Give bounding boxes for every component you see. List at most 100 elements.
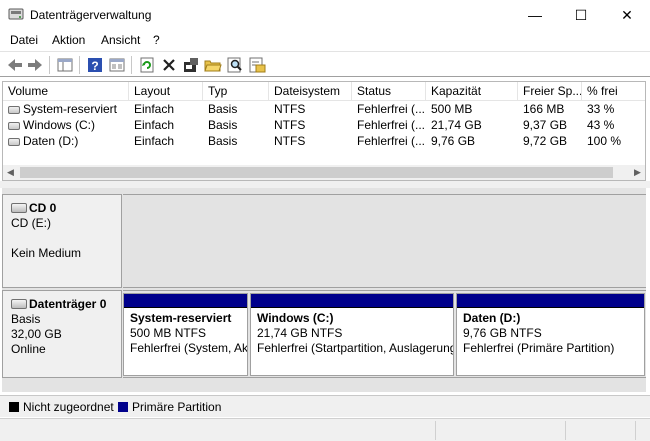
primary-partition-bar <box>457 294 644 308</box>
disk-spacer <box>11 231 121 246</box>
partition-windows[interactable]: Windows (C:) 21,74 GB NTFS Fehlerfrei (S… <box>250 293 454 376</box>
toolbar-separator <box>49 56 50 74</box>
partition-name: Windows (C:) <box>257 311 334 325</box>
column-header-volume[interactable]: Volume <box>3 82 129 101</box>
partition-daten[interactable]: Daten (D:) 9,76 GB NTFS Fehlerfrei (Prim… <box>456 293 645 376</box>
toolbar-separator <box>131 56 132 74</box>
toolbar: ? <box>0 51 650 77</box>
cell-layout: Einfach <box>134 134 175 148</box>
table-row[interactable]: Daten (D:) <box>3 133 129 149</box>
delete-icon[interactable] <box>160 56 178 74</box>
disk-area-cd0[interactable] <box>123 194 646 288</box>
volume-icon <box>8 122 20 130</box>
cell-typ: Basis <box>208 134 238 148</box>
partition-name: System-reserviert <box>130 311 232 325</box>
table-row[interactable]: System-reserviert <box>3 101 129 117</box>
scroll-right-icon[interactable]: ▶ <box>630 165 645 180</box>
search-icon[interactable] <box>226 56 244 74</box>
maximize-button[interactable]: ☐ <box>558 0 604 30</box>
column-header-dateisystem[interactable]: Dateisystem <box>269 82 352 101</box>
properties-icon[interactable] <box>108 56 126 74</box>
minimize-button[interactable]: — <box>512 0 558 30</box>
volume-icon <box>8 106 20 114</box>
primary-partition-bar <box>124 294 247 308</box>
horizontal-scrollbar[interactable]: ◀ ▶ <box>3 165 645 180</box>
menu-bar: Datei Aktion Ansicht ? <box>0 30 650 50</box>
help-icon[interactable]: ? <box>86 56 104 74</box>
cell-prozent-frei: 33 % <box>587 102 615 116</box>
column-header-kapazitaet[interactable]: Kapazität <box>426 82 518 101</box>
status-bar <box>0 418 650 441</box>
cell-freier-speicher: 166 MB <box>523 102 565 116</box>
disk-label: Datenträger 0 <box>29 297 107 311</box>
table-row[interactable]: Windows (C:) <box>3 117 129 133</box>
column-header-freier-speicher[interactable]: Freier Sp... <box>518 82 582 101</box>
cell-freier-speicher: 9,72 GB <box>523 134 568 148</box>
legend-swatch-primary <box>118 402 128 412</box>
scroll-left-icon[interactable]: ◀ <box>3 165 18 180</box>
menu-ansicht[interactable]: Ansicht <box>101 33 140 47</box>
svg-text:?: ? <box>91 59 98 73</box>
export-icon[interactable] <box>248 56 266 74</box>
cell-kapazitaet: 9,76 GB <box>431 134 476 148</box>
column-header-prozent-frei[interactable]: % frei <box>582 82 645 101</box>
partition-system-reserved[interactable]: System-reserviert 500 MB NTFS Fehlerfrei… <box>123 293 248 376</box>
partition-name: Daten (D:) <box>463 311 521 325</box>
cell-dateisystem: NTFS <box>274 118 306 132</box>
close-button[interactable]: ✕ <box>604 0 650 30</box>
disk-size: 32,00 GB <box>11 327 62 341</box>
volume-icon <box>8 138 20 146</box>
refresh-icon[interactable] <box>138 56 156 74</box>
cell-typ: Basis <box>208 118 238 132</box>
partition-size: 500 MB NTFS <box>130 326 207 340</box>
volume-name: System-reserviert <box>23 102 118 116</box>
column-header-layout[interactable]: Layout <box>129 82 203 101</box>
cell-prozent-frei: 100 % <box>587 134 622 148</box>
disk-info-cd0[interactable]: CD 0 CD (E:) Kein Medium <box>2 194 122 288</box>
cell-kapazitaet: 21,74 GB <box>431 118 482 132</box>
legend-label-primary: Primäre Partition <box>132 400 222 414</box>
primary-partition-bar <box>251 294 453 308</box>
volume-name: Daten (D:) <box>23 134 79 148</box>
cell-prozent-frei: 43 % <box>587 118 615 132</box>
status-segment <box>436 421 566 440</box>
forward-icon[interactable] <box>26 56 44 74</box>
partition-size: 21,74 GB NTFS <box>257 326 343 340</box>
open-folder-icon[interactable] <box>204 56 222 74</box>
status-segment <box>0 421 436 440</box>
menu-datei[interactable]: Datei <box>10 33 38 47</box>
cell-layout: Einfach <box>134 118 175 132</box>
scrollbar-thumb[interactable] <box>20 167 613 178</box>
hard-disk-icon <box>11 299 27 309</box>
cd-drive-icon <box>11 203 27 213</box>
menu-help[interactable]: ? <box>153 33 160 47</box>
cell-status: Fehlerfrei (... <box>357 102 426 116</box>
settings-icon[interactable] <box>182 56 200 74</box>
partition-size: 9,76 GB NTFS <box>463 326 542 340</box>
window-title: Datenträgerverwaltung <box>30 8 152 22</box>
menu-aktion[interactable]: Aktion <box>52 33 85 47</box>
show-hide-console-icon[interactable] <box>56 56 74 74</box>
volume-name: Windows (C:) <box>23 118 96 132</box>
disk-media-status: Kein Medium <box>11 246 82 260</box>
legend: Nicht zugeordnet Primäre Partition <box>0 395 650 417</box>
column-header-status[interactable]: Status <box>352 82 426 101</box>
pane-splitter[interactable] <box>0 181 650 188</box>
disk-view: CD 0 CD (E:) Kein Medium Datenträger 0 B… <box>2 188 646 392</box>
column-header-typ[interactable]: Typ <box>203 82 269 101</box>
disk-status: Online <box>11 342 46 356</box>
legend-swatch-unallocated <box>9 402 19 412</box>
status-segment <box>566 421 636 440</box>
cell-freier-speicher: 9,37 GB <box>523 118 568 132</box>
cell-status: Fehlerfrei (... <box>357 118 426 132</box>
title-bar: Datenträgerverwaltung — ☐ ✕ <box>0 0 650 30</box>
back-icon[interactable] <box>6 56 24 74</box>
disk-management-icon <box>8 8 24 20</box>
cell-kapazitaet: 500 MB <box>431 102 473 116</box>
partition-status: Fehlerfrei (Startpartition, Auslagerung <box>257 341 454 355</box>
cell-typ: Basis <box>208 102 238 116</box>
volume-list: Volume Layout Typ Dateisystem Status Kap… <box>2 81 646 181</box>
disk-info-disk0[interactable]: Datenträger 0 Basis 32,00 GB Online <box>2 290 122 378</box>
disk-drive-letter: CD (E:) <box>11 216 51 230</box>
cell-dateisystem: NTFS <box>274 102 306 116</box>
